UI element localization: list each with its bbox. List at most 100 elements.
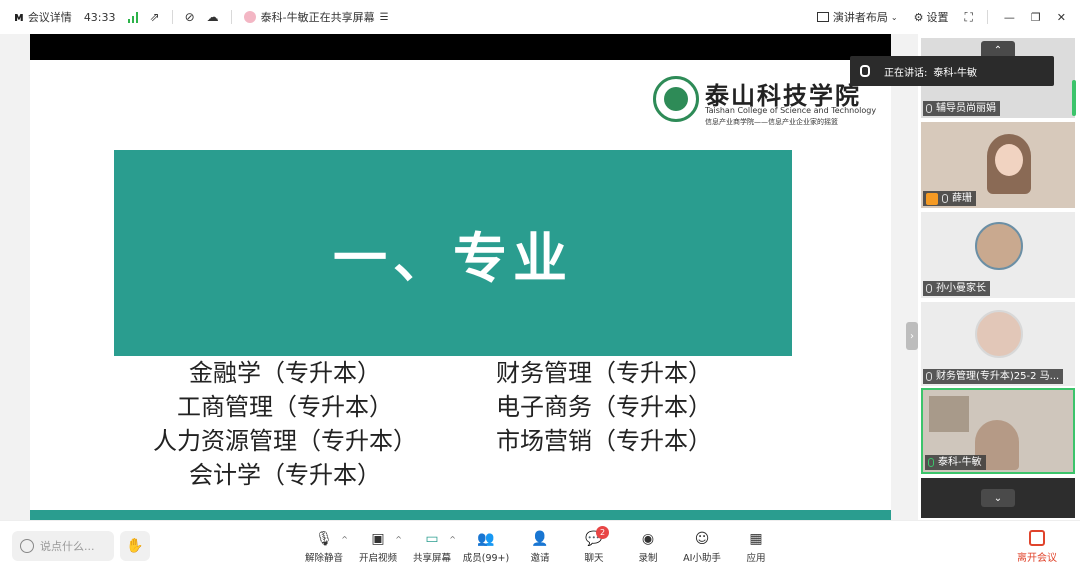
divider <box>230 10 232 24</box>
apps-icon: ▦ <box>749 530 763 547</box>
participant-name-tag: 薛珊 <box>923 191 976 206</box>
toolbar-buttons: 🎙 解除静音 ^ ▣ 开启视频 ^ ▭ 共享屏幕 ^ 👥 成员(99+) 👤 邀… <box>298 521 784 572</box>
participant-video-image <box>995 144 1023 176</box>
mic-muted-icon <box>942 194 948 203</box>
restore-icon[interactable]: ❐ <box>1031 11 1041 24</box>
share-screen-button[interactable]: ▭ 共享屏幕 ^ <box>406 521 458 572</box>
tool-label: 邀请 <box>530 552 550 564</box>
annotation-off-icon[interactable]: ⊘ <box>185 10 195 24</box>
divider <box>171 10 173 24</box>
share-screen-icon: ▭ <box>425 530 439 547</box>
invite-button[interactable]: 👤 邀请 <box>514 521 566 572</box>
invite-icon: 👤 <box>531 530 549 547</box>
chat-button[interactable]: 💬 2 聊天 <box>568 521 620 572</box>
hand-icon: ✋ <box>126 538 144 554</box>
speaking-name: 泰科-牛敏 <box>933 67 977 79</box>
record-icon: ◉ <box>641 530 655 547</box>
scroll-down-icon[interactable]: ⌄ <box>981 489 1015 507</box>
top-bar: ᴍ 会议详情 43:33 ⇗ ⊘ ☁ 泰科-牛敏正在共享屏幕 ☰ 演讲者布局 ⌄… <box>0 0 1080 34</box>
participant-name-tag: 泰科-牛敏 <box>925 455 986 470</box>
layout-icon <box>816 12 829 22</box>
start-video-button[interactable]: ▣ 开启视频 ^ <box>352 521 404 572</box>
participant-video-image <box>929 396 969 432</box>
sharer-avatar-icon <box>243 11 256 23</box>
close-icon[interactable]: ✕ <box>1057 11 1066 24</box>
network-signal-icon[interactable] <box>127 11 138 23</box>
apps-button[interactable]: ▦ 应用 <box>730 521 782 572</box>
video-tile[interactable]: 薛珊 <box>921 122 1075 208</box>
participant-avatar <box>975 222 1023 270</box>
video-off-icon: ▣ <box>371 530 385 547</box>
minimize-icon[interactable]: — <box>1004 11 1015 24</box>
tool-label: 解除静音 <box>304 552 343 564</box>
logo-english-name: Taishan College of Science and Technolog… <box>705 106 877 115</box>
unmute-button[interactable]: 🎙 解除静音 ^ <box>298 521 350 572</box>
chevron-up-icon[interactable]: ^ <box>341 535 348 544</box>
video-tile[interactable]: 财务管理(专升本)25-2 马... <box>921 302 1075 386</box>
timer-text: 43:33 <box>83 10 116 24</box>
record-button[interactable]: ◉ 录制 <box>622 521 674 572</box>
mic-muted-icon <box>926 372 932 381</box>
tool-label: 录制 <box>638 552 658 564</box>
sharing-status[interactable]: 泰科-牛敏正在共享屏幕 ☰ <box>243 9 389 25</box>
mic-muted-icon <box>926 104 932 113</box>
chevron-up-icon[interactable]: ^ <box>449 535 456 544</box>
participant-name: 辅导员尚丽娟 <box>936 103 996 114</box>
major-item: 工商管理（专升本） <box>177 393 393 421</box>
quick-chat-input[interactable]: 说点什么... <box>12 531 114 561</box>
mic-off-icon: 🎙 <box>315 530 333 547</box>
divider <box>986 10 988 24</box>
major-item: 电子商务（专升本） <box>496 393 712 421</box>
ai-assistant-button[interactable]: ☺ AI小助手 <box>676 521 728 572</box>
college-emblem-icon <box>653 76 699 122</box>
speaking-label: 正在讲话: <box>884 67 928 79</box>
app-logo-icon: ᴍ <box>14 10 24 24</box>
slide-title: 一、专业 <box>333 226 573 290</box>
participant-name: 薛珊 <box>952 193 972 204</box>
participant-name: 财务管理(专升本)25-2 马... <box>936 371 1060 382</box>
college-logo: 泰山科技学院 Taishan College of Science and Te… <box>653 76 883 128</box>
tool-label: AI小助手 <box>683 552 721 564</box>
tool-label: 成员(99+) <box>462 552 510 564</box>
participant-name-tag: 孙小曼家长 <box>923 281 990 296</box>
meeting-details-button[interactable]: ᴍ 会议详情 <box>14 9 72 25</box>
host-badge-icon <box>926 192 938 205</box>
members-icon: 👥 <box>477 530 495 547</box>
collapse-sidebar-handle[interactable]: › <box>906 322 918 350</box>
participant-video-column: ⌃ 辅导员尚丽娟 薛珊 孙小曼家长 财务管理(专升本)25-2 马... 泰科-… <box>918 34 1080 520</box>
tool-label: 应用 <box>746 552 766 564</box>
major-item: 金融学（专升本） <box>189 359 381 387</box>
sharing-status-text: 泰科-牛敏正在共享屏幕 <box>260 11 375 24</box>
mic-muted-icon <box>926 284 932 293</box>
video-tile[interactable]: 孙小曼家长 <box>921 212 1075 298</box>
settings-button[interactable]: ⚙ 设置 <box>914 9 949 25</box>
members-button[interactable]: 👥 成员(99+) <box>460 521 512 572</box>
exit-icon <box>1029 530 1045 546</box>
leave-meeting-button[interactable]: 离开会议 <box>1012 521 1062 572</box>
video-tile-active-speaker[interactable]: 泰科-牛敏 <box>921 388 1075 474</box>
quick-chat-placeholder: 说点什么... <box>40 540 95 553</box>
participant-avatar <box>975 310 1023 358</box>
cloud-icon[interactable]: ☁ <box>207 10 219 24</box>
bottom-toolbar: 说点什么... ✋ 🎙 解除静音 ^ ▣ 开启视频 ^ ▭ 共享屏幕 ^ 👥 成… <box>0 520 1080 572</box>
external-link-icon[interactable]: ⇗ <box>150 10 160 24</box>
slide-top-band <box>30 34 891 60</box>
emoji-icon[interactable] <box>20 539 34 553</box>
majors-list-left: 金融学（专升本） 工商管理（专升本） 人力资源管理（专升本） 会计学（专升本） <box>140 356 430 492</box>
participant-name: 泰科-牛敏 <box>938 457 982 468</box>
video-tile[interactable]: ⌄ <box>921 478 1075 518</box>
mic-icon <box>860 65 870 77</box>
settings-label: 设置 <box>926 11 949 24</box>
layout-label: 演讲者布局 <box>832 11 888 24</box>
chat-icon: 💬 2 <box>585 525 609 547</box>
logo-tagline: 信息产业商学院——信息产业企业家的摇篮 <box>705 118 838 126</box>
slide-title-box: 一、专业 <box>114 150 792 356</box>
shared-slide: 泰山科技学院 Taishan College of Science and Te… <box>30 34 891 520</box>
layout-button[interactable]: 演讲者布局 ⌄ <box>816 9 898 25</box>
raise-hand-button[interactable]: ✋ <box>120 531 150 561</box>
meeting-details-label: 会议详情 <box>27 11 72 24</box>
sidebar-scrollbar[interactable] <box>1072 80 1076 116</box>
fullscreen-icon[interactable]: ⛶ <box>965 10 973 25</box>
mic-active-icon <box>928 458 934 467</box>
chevron-up-icon[interactable]: ^ <box>395 535 402 544</box>
